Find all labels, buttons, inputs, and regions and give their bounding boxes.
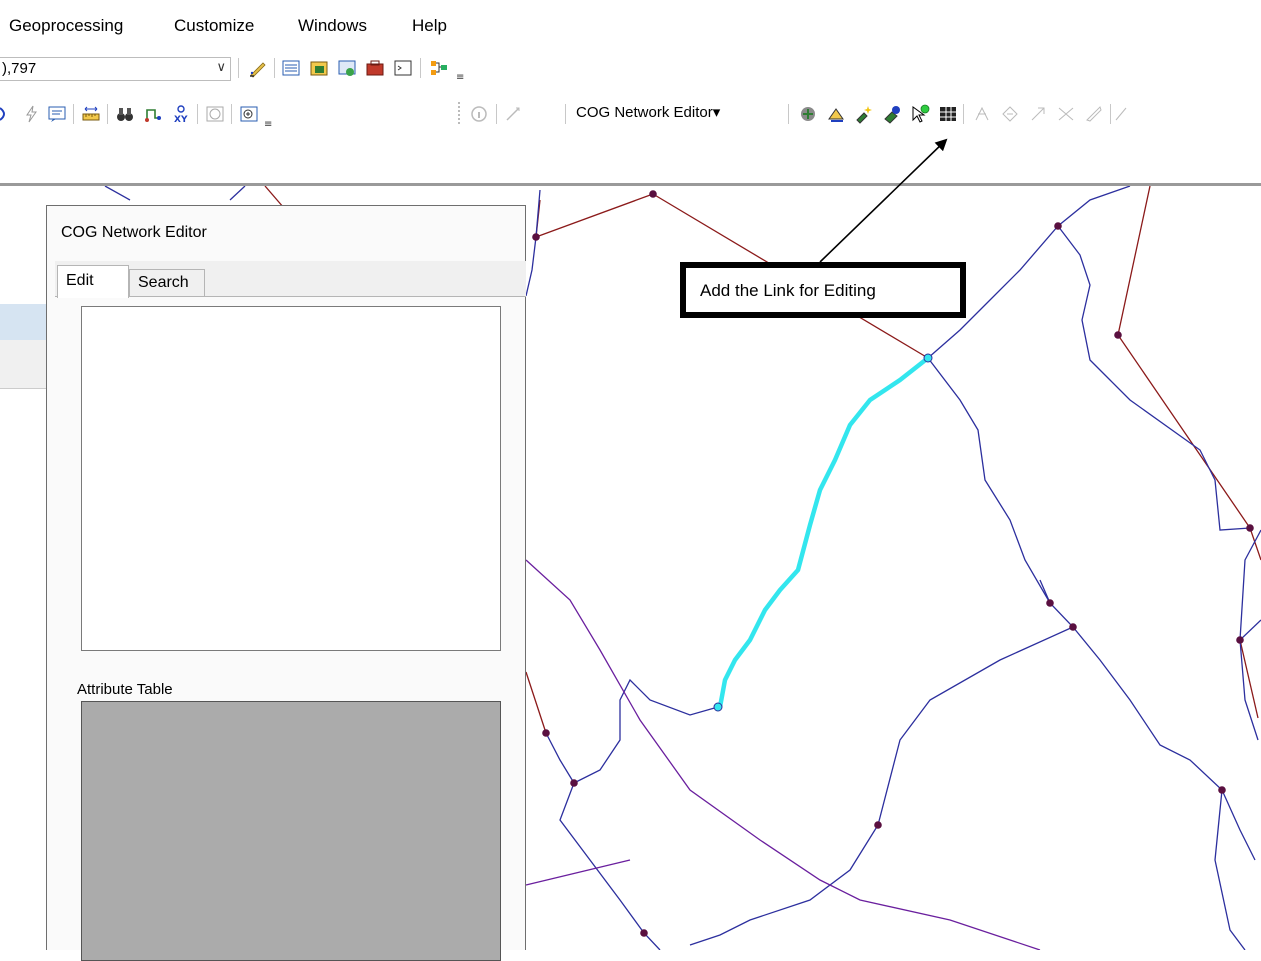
python-window-icon[interactable] bbox=[392, 57, 414, 79]
add-node-icon[interactable] bbox=[853, 103, 875, 125]
panel-title: COG Network Editor bbox=[61, 224, 207, 241]
toolbar-grip[interactable] bbox=[458, 102, 462, 124]
menu-help[interactable]: Help bbox=[412, 16, 447, 36]
menu-geoprocessing[interactable]: Geoprocessing bbox=[9, 16, 123, 36]
attribute-table-grid[interactable] bbox=[81, 701, 501, 961]
network-node bbox=[1218, 786, 1226, 794]
disabled-tool-icon[interactable] bbox=[1114, 103, 1128, 125]
annotation-callout: Add the Link for Editing bbox=[680, 262, 966, 318]
editor-pencil-icon[interactable] bbox=[247, 57, 269, 79]
html-popup-icon[interactable] bbox=[46, 103, 68, 125]
disabled-tool-icon[interactable] bbox=[971, 103, 993, 125]
network-node bbox=[1246, 524, 1254, 532]
find-binoculars-icon[interactable] bbox=[114, 103, 136, 125]
menu-customize[interactable]: Customize bbox=[174, 16, 254, 36]
toc-row[interactable] bbox=[0, 340, 46, 389]
network-node bbox=[874, 821, 882, 829]
go-to-xy-icon[interactable]: XY bbox=[170, 103, 192, 125]
identify-icon[interactable] bbox=[468, 103, 490, 125]
network-node bbox=[542, 729, 550, 737]
attribute-table-icon[interactable] bbox=[937, 103, 959, 125]
create-viewer-window-icon[interactable] bbox=[238, 103, 260, 125]
network-link bbox=[104, 185, 131, 201]
disabled-tool-icon[interactable] bbox=[1027, 103, 1049, 125]
delete-link-icon[interactable] bbox=[881, 103, 903, 125]
map-scale-value: ),797 bbox=[2, 60, 37, 77]
chevron-down-icon[interactable]: ∨ bbox=[216, 60, 226, 75]
network-node bbox=[570, 779, 578, 787]
network-link bbox=[927, 357, 1256, 861]
disabled-tool-icon[interactable] bbox=[1055, 103, 1077, 125]
cog-network-editor-panel: COG Network Editor Edit Search Attribute… bbox=[46, 205, 526, 961]
search-window-icon[interactable] bbox=[336, 57, 358, 79]
attribute-table-label: Attribute Table bbox=[77, 681, 173, 698]
tab-search[interactable]: Search bbox=[129, 269, 205, 296]
network-node bbox=[1069, 623, 1077, 631]
application-chrome: Geoprocessing Customize Windows Help ),7… bbox=[0, 0, 1261, 186]
tab-edit[interactable]: Edit bbox=[57, 265, 129, 298]
table-of-contents-icon[interactable] bbox=[280, 57, 302, 79]
arctoolbox-icon[interactable] bbox=[364, 57, 386, 79]
selected-node bbox=[923, 353, 933, 363]
network-node bbox=[1236, 636, 1244, 644]
network-node bbox=[1054, 222, 1062, 230]
disabled-tool-icon[interactable] bbox=[1083, 103, 1105, 125]
identify-partial-icon[interactable] bbox=[0, 103, 10, 125]
network-link bbox=[1239, 529, 1261, 741]
disabled-tool-icon[interactable] bbox=[999, 103, 1021, 125]
sketch-tool-icon[interactable] bbox=[502, 103, 524, 125]
hyperlink-icon[interactable] bbox=[20, 103, 42, 125]
edit-network-icon[interactable] bbox=[797, 103, 819, 125]
time-slider-icon[interactable] bbox=[204, 103, 226, 125]
modelbuilder-icon[interactable] bbox=[428, 57, 450, 79]
toolbar-divider bbox=[0, 183, 1261, 186]
network-link bbox=[525, 859, 631, 886]
network-link bbox=[535, 193, 654, 238]
map-scale-combobox[interactable]: ),797 ∨ bbox=[0, 57, 231, 81]
highlighted-link bbox=[717, 356, 930, 708]
network-link bbox=[545, 732, 575, 784]
link-list-box[interactable] bbox=[81, 306, 501, 651]
network-link bbox=[1117, 185, 1261, 561]
callout-text: Add the Link for Editing bbox=[700, 281, 876, 300]
network-link bbox=[1057, 225, 1251, 531]
network-node bbox=[532, 233, 540, 241]
toolbar-overflow-icon[interactable]: ≡ bbox=[264, 120, 274, 130]
network-link bbox=[1214, 789, 1246, 951]
find-route-icon[interactable] bbox=[142, 103, 164, 125]
network-link bbox=[1239, 619, 1261, 641]
svg-text:XY: XY bbox=[174, 115, 188, 124]
network-link bbox=[525, 671, 547, 734]
selected-node bbox=[713, 702, 723, 712]
network-node bbox=[640, 929, 648, 937]
network-node bbox=[1046, 599, 1054, 607]
measure-icon[interactable] bbox=[80, 103, 102, 125]
catalog-icon[interactable] bbox=[308, 57, 330, 79]
toolbar-overflow-icon[interactable]: ≡ bbox=[456, 73, 466, 83]
network-link bbox=[229, 185, 246, 201]
network-node bbox=[1114, 331, 1122, 339]
network-link bbox=[559, 678, 719, 951]
panel-tabs: Edit Search bbox=[55, 261, 526, 298]
add-link-for-editing-icon[interactable] bbox=[909, 103, 931, 125]
network-link bbox=[689, 626, 1074, 946]
network-link bbox=[525, 559, 1041, 951]
toc-selected-row[interactable] bbox=[0, 304, 46, 340]
network-node bbox=[649, 190, 657, 198]
node-edit-icon[interactable] bbox=[825, 103, 847, 125]
menu-windows[interactable]: Windows bbox=[298, 16, 367, 36]
cog-network-editor-dropdown[interactable]: COG Network Editor▾ bbox=[576, 103, 720, 121]
network-link bbox=[525, 189, 541, 297]
